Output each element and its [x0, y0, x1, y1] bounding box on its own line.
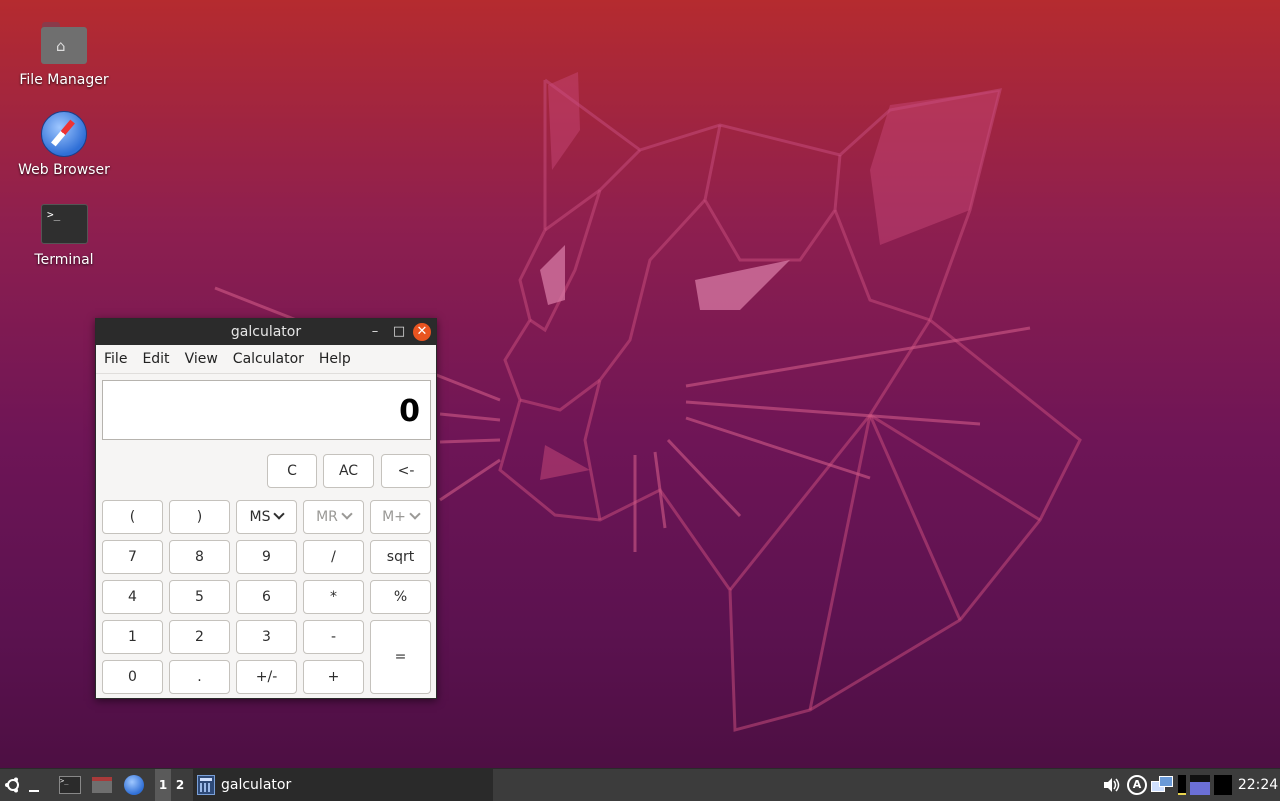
network-icon[interactable] [1150, 769, 1174, 801]
menu-bar: File Edit View Calculator Help [96, 345, 436, 374]
all-clear-button[interactable]: AC [323, 454, 374, 488]
digit-8-button[interactable]: 8 [169, 540, 230, 574]
menu-edit[interactable]: Edit [136, 351, 175, 367]
notification-area-icon[interactable] [1213, 769, 1233, 801]
digit-0-button[interactable]: 0 [102, 660, 163, 694]
menu-calculator[interactable]: Calculator [227, 351, 310, 367]
home-folder-icon: ⌂ [40, 20, 88, 68]
workspace-2[interactable]: 2 [172, 769, 188, 801]
backspace-button[interactable]: <- [381, 454, 431, 488]
sign-toggle-button[interactable]: +/- [236, 660, 297, 694]
software-updater-icon[interactable]: A [1126, 769, 1148, 801]
percent-button[interactable]: % [370, 580, 431, 614]
calculator-icon [197, 775, 215, 795]
digit-1-button[interactable]: 1 [102, 620, 163, 654]
memory-add-button: M+ [370, 500, 431, 534]
taskbar: >_ 1 2 galculator A 22:24 [0, 768, 1280, 801]
memory-recall-button: MR [303, 500, 364, 534]
workspace-preview-icon[interactable] [1189, 769, 1211, 801]
close-button[interactable]: ✕ [413, 323, 431, 341]
paren-close-button[interactable]: ) [169, 500, 230, 534]
digit-2-button[interactable]: 2 [169, 620, 230, 654]
workspace-1[interactable]: 1 [155, 769, 171, 801]
file-manager-launcher-icon[interactable] [88, 769, 116, 801]
multiply-button[interactable]: * [303, 580, 364, 614]
digit-3-button[interactable]: 3 [236, 620, 297, 654]
web-browser-launcher-icon[interactable] [120, 769, 148, 801]
clear-button[interactable]: C [267, 454, 317, 488]
calculator-display: 0 [102, 380, 431, 440]
digit-6-button[interactable]: 6 [236, 580, 297, 614]
chevron-down-icon [409, 508, 421, 520]
paren-open-button[interactable]: ( [102, 500, 163, 534]
minimize-button[interactable]: – [366, 323, 384, 341]
desktop-icon-file-manager[interactable]: ⌂ File Manager [9, 20, 119, 88]
subtract-button[interactable]: - [303, 620, 364, 654]
chevron-down-icon [273, 508, 286, 520]
menu-help[interactable]: Help [313, 351, 357, 367]
compass-icon [40, 110, 88, 158]
digit-9-button[interactable]: 9 [236, 540, 297, 574]
divide-button[interactable]: / [303, 540, 364, 574]
menu-view[interactable]: View [179, 351, 224, 367]
digit-5-button[interactable]: 5 [169, 580, 230, 614]
menu-file[interactable]: File [98, 351, 133, 367]
memory-recall-label: MR [316, 509, 338, 525]
sqrt-button[interactable]: sqrt [370, 540, 431, 574]
window-titlebar[interactable]: galculator – □ ✕ [96, 319, 436, 345]
taskbar-button-galculator[interactable]: galculator [193, 769, 493, 801]
memory-store-label: MS [249, 509, 271, 525]
memory-store-button[interactable]: MS [236, 500, 297, 534]
whisker-menu-icon[interactable] [2, 769, 24, 801]
desktop-icon-label: Web Browser [18, 162, 110, 178]
add-button[interactable]: + [303, 660, 364, 694]
show-desktop-icon[interactable] [26, 769, 42, 801]
memory-add-label: M+ [382, 509, 406, 525]
taskbar-button-label: galculator [221, 777, 292, 793]
terminal-launcher-icon[interactable]: >_ [56, 769, 84, 801]
desktop-icon-web-browser[interactable]: Web Browser [9, 110, 119, 178]
galculator-window[interactable]: galculator – □ ✕ File Edit View Calculat… [95, 318, 437, 699]
desktop-icon-label: Terminal [34, 252, 94, 268]
equals-button[interactable]: = [370, 620, 431, 694]
chevron-down-icon [341, 508, 353, 520]
window-title: galculator [230, 324, 302, 340]
decimal-point-button[interactable]: . [169, 660, 230, 694]
maximize-button[interactable]: □ [390, 323, 408, 341]
digit-4-button[interactable]: 4 [102, 580, 163, 614]
digit-7-button[interactable]: 7 [102, 540, 163, 574]
clock[interactable]: 22:24 [1238, 769, 1278, 801]
volume-icon[interactable] [1100, 769, 1122, 801]
cpu-graph-icon [1176, 769, 1188, 801]
terminal-icon: >_ [40, 200, 88, 248]
desktop-icon-terminal[interactable]: >_ Terminal [9, 200, 119, 268]
desktop-icon-label: File Manager [19, 72, 109, 88]
